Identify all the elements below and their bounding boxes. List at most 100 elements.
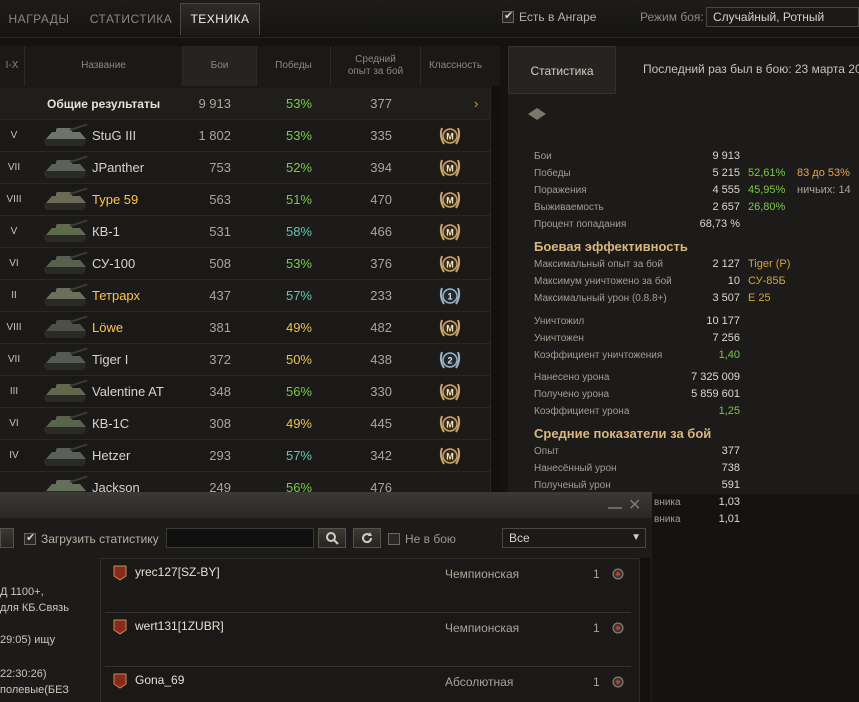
table-scrollbar[interactable]	[490, 86, 500, 494]
column-header-battles[interactable]: Бои	[182, 46, 256, 86]
table-row[interactable]: II Тетрарх 437 57% 233 1	[0, 280, 490, 312]
player-name: yrec127[SZ-BY]	[135, 565, 220, 579]
table-row[interactable]: VI КВ-1С 308 49% 445 M	[0, 408, 490, 440]
mastery-badge-icon: M	[439, 319, 461, 337]
player-name: wert131[1ZUBR]	[135, 619, 224, 633]
chat-message-line: 22:30:26)	[0, 668, 47, 680]
summary-label: Общие результаты	[47, 97, 161, 111]
player-name: Gona_69	[135, 673, 185, 687]
battles-cell: 348	[209, 384, 231, 399]
avg-xp-cell: 342	[370, 448, 392, 463]
player-league: Абсолютная	[445, 675, 514, 689]
column-header-wins[interactable]: Победы	[256, 46, 330, 86]
tank-icon	[44, 411, 88, 434]
vehicle-name: StuG III	[92, 128, 137, 143]
player-league: Чемпионская	[445, 567, 520, 581]
avg-xp-cell: 335	[370, 128, 392, 143]
mastery-badge-icon: M	[439, 415, 461, 433]
list-item[interactable]: yrec127[SZ-BY] Чемпионская 1	[105, 559, 631, 613]
avg-xp-cell: 376	[370, 256, 392, 271]
max-kills-value: 10	[727, 275, 740, 287]
mastery-badge-text: M	[446, 196, 454, 206]
avg-xp-value: 377	[721, 445, 740, 457]
vehicle-name: Type 59	[92, 192, 139, 207]
combat-efficiency-heading: Боевая эффективность	[534, 239, 688, 254]
table-row[interactable]: V StuG III 1 802 53% 335 M	[0, 120, 490, 152]
damage-ratio-label: Коэффициент урона	[534, 406, 630, 417]
avg-damage-label: Нанесённый урон	[534, 463, 617, 474]
table-row[interactable]: VI СУ-100 508 53% 376 M	[0, 248, 490, 280]
tank-icon	[44, 155, 88, 178]
member-list-scrollbar[interactable]	[640, 558, 650, 702]
damage-received-label: Получено урона	[534, 389, 610, 400]
battles-cell: 531	[209, 224, 231, 239]
search-button[interactable]	[318, 528, 346, 548]
wins-cell: 53%	[285, 128, 312, 143]
mastery-badge-icon: 2	[439, 351, 461, 369]
table-row[interactable]: VII JPanther 753 52% 394 M	[0, 152, 490, 184]
table-row[interactable]: VIII Type 59 563 51% 470 M	[0, 184, 490, 216]
column-header-avg-xp[interactable]: Средний опыт за бой	[330, 46, 420, 86]
expand-arrow-icon[interactable]: ›	[474, 88, 478, 120]
tab-statistics[interactable]: СТАТИСТИКА	[84, 4, 178, 34]
mastery-badge-icon: M	[439, 383, 461, 401]
list-item[interactable]: wert131[1ZUBR] Чемпионская 1	[105, 613, 631, 667]
rank-badge-icon	[113, 565, 127, 581]
table-row[interactable]: VIII Löwe 381 49% 482 M	[0, 312, 490, 344]
average-heading: Средние показатели за бой	[534, 426, 712, 441]
summary-battles: 9 913	[198, 96, 231, 111]
search-input[interactable]	[166, 528, 314, 548]
mastery-badge-text: M	[446, 420, 454, 430]
player-count: 1	[593, 567, 600, 581]
members-toggle-button[interactable]	[0, 528, 14, 548]
tab-vehicles[interactable]: ТЕХНИКА	[180, 3, 260, 36]
vehicle-name: КВ-1С	[92, 416, 130, 431]
load-stats-checkbox[interactable]	[24, 531, 36, 545]
tier-cell: IV	[9, 450, 19, 461]
minimize-icon[interactable]	[608, 499, 622, 509]
table-row[interactable]: III Valentine AT 348 56% 330 M	[0, 376, 490, 408]
table-row[interactable]: VII Tiger I 372 50% 438 2	[0, 344, 490, 376]
summary-row[interactable]: Общие результаты 9 913 53% 377 ›	[0, 88, 490, 120]
mastery-badge-icon: M	[439, 191, 461, 209]
wins-cell: 57%	[285, 288, 312, 303]
refresh-icon	[362, 532, 373, 544]
battles-cell: 372	[209, 352, 231, 367]
top-tab-bar: НАГРАДЫ СТАТИСТИКА ТЕХНИКА Есть в Ангаре…	[0, 0, 859, 38]
avg-xp-cell: 445	[370, 416, 392, 431]
column-header-name[interactable]: Название	[24, 46, 182, 86]
battles-cell: 1 802	[198, 128, 231, 143]
avg-xp-cell: 438	[370, 352, 392, 367]
list-item[interactable]: Gona_69 Абсолютная 1	[105, 667, 631, 702]
partial-stat-value-1: 1,03	[718, 496, 740, 508]
column-header-tier[interactable]: I-X	[0, 46, 24, 86]
draws-text: ничьих: 14	[797, 184, 851, 196]
max-xp-value: 2 127	[712, 258, 740, 270]
chat-message-line: Д 1100+,	[0, 586, 44, 598]
destroyed-value: 10 177	[706, 315, 740, 327]
wins-cell: 58%	[285, 224, 312, 239]
battles-cell: 753	[209, 160, 231, 175]
battle-mode-select[interactable]: Случайный, Ротный	[706, 7, 859, 27]
in-hangar-checkbox[interactable]	[502, 9, 514, 23]
tab-awards[interactable]: НАГРАДЫ	[0, 4, 78, 34]
column-header-mastery[interactable]: Классность	[420, 46, 490, 86]
table-row[interactable]: IV Hetzer 293 57% 342 M	[0, 440, 490, 472]
vehicle-name: Tiger I	[92, 352, 129, 367]
filter-select[interactable]: Все ▼	[502, 528, 646, 548]
destroyed-label: Уничтожил	[534, 316, 585, 327]
stats-tab[interactable]: Статистика	[508, 46, 616, 94]
refresh-button[interactable]	[353, 528, 381, 548]
player-league: Чемпионская	[445, 621, 520, 635]
channel-window-titlebar[interactable]: ✕	[0, 494, 652, 518]
not-in-battle-checkbox[interactable]	[388, 533, 400, 545]
battles-cell: 381	[209, 320, 231, 335]
battles-label: Бои	[534, 151, 552, 162]
table-row[interactable]: V КВ-1 531 58% 466 M	[0, 216, 490, 248]
battles-value: 9 913	[712, 150, 740, 162]
player-count: 1	[593, 621, 600, 635]
close-icon[interactable]: ✕	[628, 495, 641, 515]
mastery-badge-text: M	[446, 324, 454, 334]
damage-received-value: 5 859 601	[691, 388, 740, 400]
died-label: Уничтожен	[534, 333, 584, 344]
